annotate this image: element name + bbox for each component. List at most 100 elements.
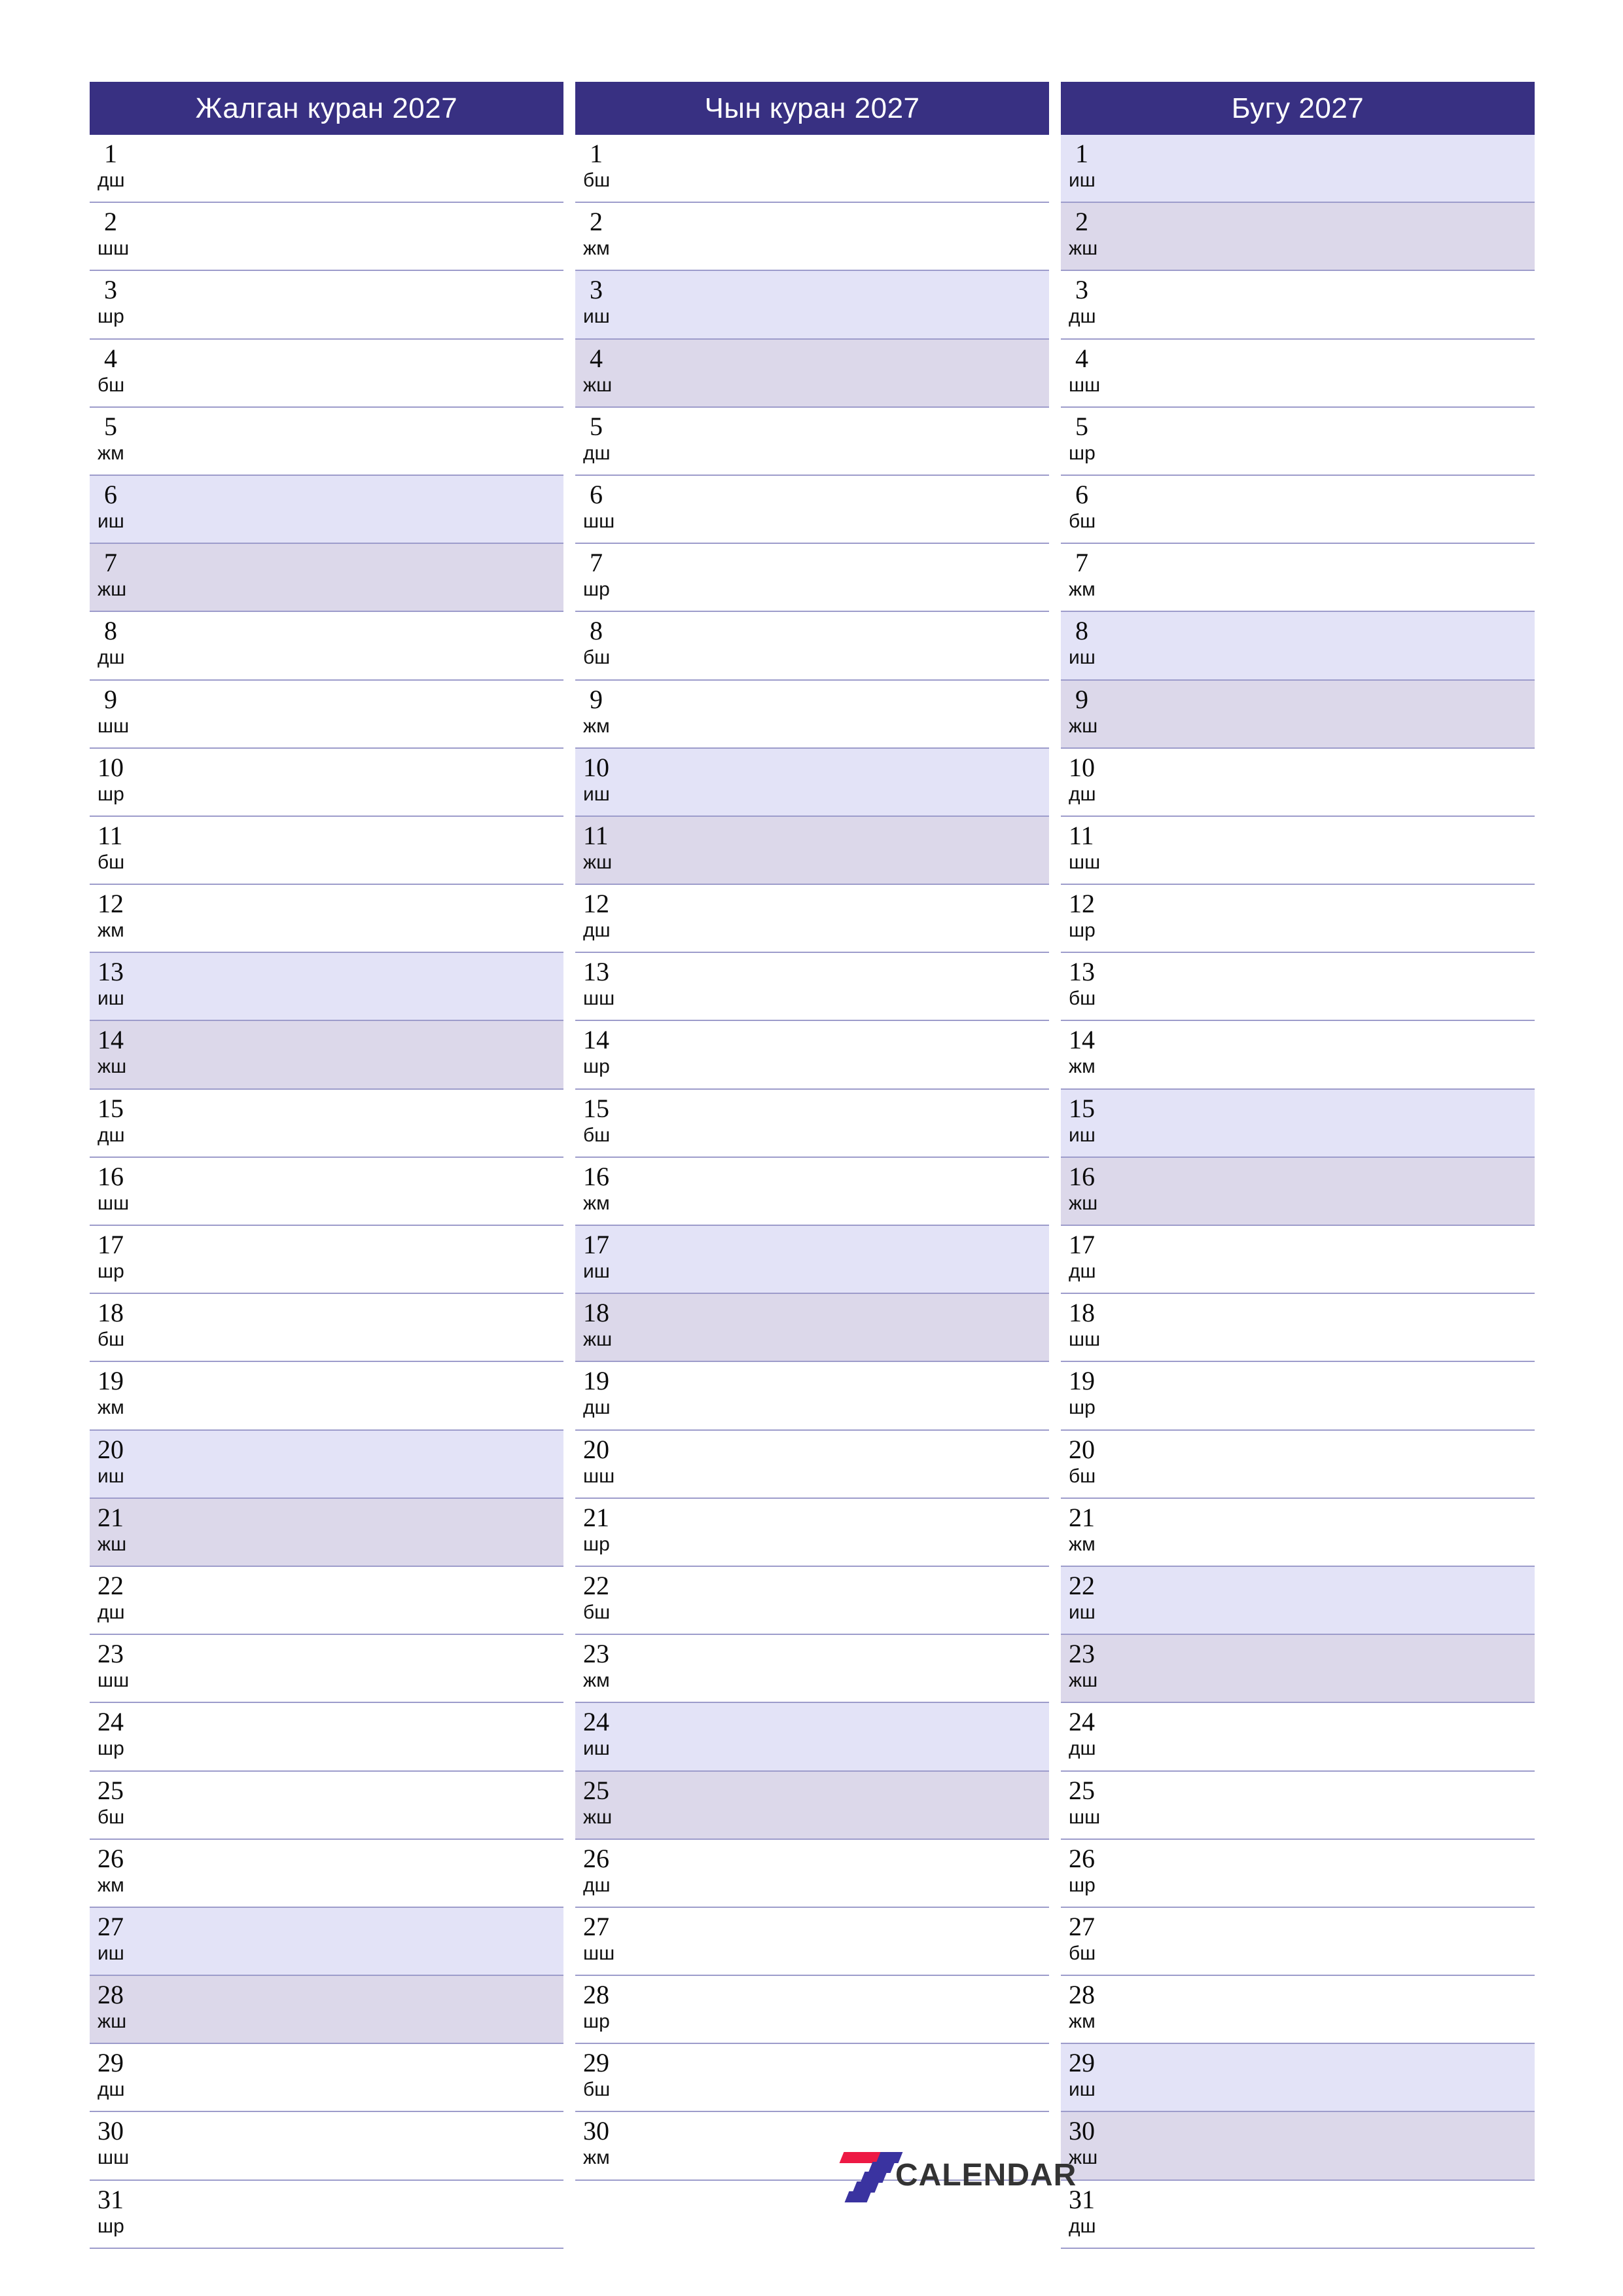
day-row[interactable]: 15 бш <box>575 1089 1049 1158</box>
day-row[interactable]: 28 шр <box>575 1976 1049 2045</box>
day-row[interactable]: 31 дш <box>1061 2180 1535 2249</box>
weekday-abbreviation: шр <box>583 1056 610 1078</box>
day-row[interactable]: 5 дш <box>575 407 1049 476</box>
day-number: 23 <box>583 1639 609 1669</box>
day-row[interactable]: 31 шр <box>90 2180 563 2249</box>
day-row[interactable]: 22 иш <box>1061 1566 1535 1636</box>
day-row[interactable]: 23 жм <box>575 1635 1049 1704</box>
day-row[interactable]: 2 жш <box>1061 203 1535 272</box>
day-number: 2 <box>590 207 603 237</box>
day-row[interactable]: 21 жш <box>90 1498 563 1567</box>
day-row[interactable]: 21 шр <box>575 1498 1049 1567</box>
day-row[interactable]: 10 шр <box>90 748 563 817</box>
day-row[interactable]: 7 жм <box>1061 544 1535 613</box>
day-row[interactable]: 26 дш <box>575 1839 1049 1908</box>
day-row[interactable]: 6 шш <box>575 475 1049 545</box>
day-row[interactable]: 16 жш <box>1061 1157 1535 1226</box>
day-row[interactable]: 23 жш <box>1061 1635 1535 1704</box>
day-row[interactable]: 27 иш <box>90 1907 563 1977</box>
day-row[interactable]: 4 шш <box>1061 339 1535 408</box>
day-row[interactable]: 11 бш <box>90 816 563 886</box>
day-row[interactable]: 9 жм <box>575 680 1049 749</box>
weekday-abbreviation: шш <box>1069 374 1101 396</box>
day-row[interactable]: 17 дш <box>1061 1226 1535 1295</box>
day-row[interactable]: 12 шр <box>1061 885 1535 954</box>
day-number: 8 <box>1075 616 1088 646</box>
day-row[interactable]: 29 бш <box>575 2044 1049 2113</box>
day-row[interactable]: 25 жш <box>575 1771 1049 1840</box>
day-row[interactable]: 18 жш <box>575 1294 1049 1363</box>
day-row[interactable]: 18 бш <box>90 1294 563 1363</box>
day-row[interactable]: 1 иш <box>1061 135 1535 204</box>
day-row[interactable]: 22 дш <box>90 1566 563 1636</box>
day-row[interactable]: 19 дш <box>575 1362 1049 1431</box>
day-row[interactable]: 30 шш <box>90 2112 563 2181</box>
day-row[interactable]: 15 иш <box>1061 1089 1535 1158</box>
day-row[interactable]: 16 жм <box>575 1157 1049 1226</box>
day-row[interactable]: 11 шш <box>1061 816 1535 886</box>
day-row[interactable]: 24 дш <box>1061 1703 1535 1772</box>
day-row[interactable]: 18 шш <box>1061 1294 1535 1363</box>
day-row[interactable]: 9 жш <box>1061 680 1535 749</box>
day-row[interactable]: 9 шш <box>90 680 563 749</box>
day-row[interactable]: 10 дш <box>1061 748 1535 817</box>
day-row[interactable]: 28 жш <box>90 1976 563 2045</box>
day-row[interactable]: 19 шр <box>1061 1362 1535 1431</box>
day-row[interactable]: 28 жм <box>1061 1976 1535 2045</box>
day-row[interactable]: 6 бш <box>1061 475 1535 545</box>
day-row[interactable]: 14 жш <box>90 1021 563 1090</box>
day-row[interactable]: 25 бш <box>90 1771 563 1840</box>
day-row[interactable]: 20 шш <box>575 1430 1049 1499</box>
day-row[interactable]: 1 бш <box>575 135 1049 204</box>
day-row[interactable]: 20 иш <box>90 1430 563 1499</box>
day-row[interactable]: 7 шр <box>575 544 1049 613</box>
day-row[interactable]: 24 иш <box>575 1703 1049 1772</box>
day-row[interactable]: 14 жм <box>1061 1021 1535 1090</box>
day-row[interactable]: 8 иш <box>1061 612 1535 681</box>
day-row[interactable]: 13 шш <box>575 953 1049 1022</box>
day-row[interactable]: 15 дш <box>90 1089 563 1158</box>
day-row[interactable]: 2 шш <box>90 203 563 272</box>
brand-logo: CALENDAR <box>830 2152 1077 2202</box>
day-row[interactable]: 12 дш <box>575 885 1049 954</box>
day-row[interactable]: 13 бш <box>1061 953 1535 1022</box>
day-row[interactable]: 29 иш <box>1061 2044 1535 2113</box>
day-row[interactable]: 8 дш <box>90 612 563 681</box>
day-row[interactable]: 29 дш <box>90 2044 563 2113</box>
day-row[interactable]: 3 шр <box>90 271 563 340</box>
day-row[interactable]: 17 шр <box>90 1226 563 1295</box>
day-row[interactable]: 3 дш <box>1061 271 1535 340</box>
day-row[interactable]: 2 жм <box>575 203 1049 272</box>
day-row[interactable]: 24 шр <box>90 1703 563 1772</box>
day-row[interactable]: 19 жм <box>90 1362 563 1431</box>
day-row[interactable]: 16 шш <box>90 1157 563 1226</box>
day-row[interactable]: 12 жм <box>90 885 563 954</box>
day-row[interactable]: 21 жм <box>1061 1498 1535 1567</box>
day-row[interactable]: 5 шр <box>1061 407 1535 476</box>
day-row[interactable]: 23 шш <box>90 1635 563 1704</box>
day-row[interactable]: 3 иш <box>575 271 1049 340</box>
day-row[interactable]: 8 бш <box>575 612 1049 681</box>
weekday-abbreviation: шр <box>583 1533 610 1555</box>
day-row[interactable]: 26 жм <box>90 1839 563 1908</box>
day-row[interactable]: 27 бш <box>1061 1907 1535 1977</box>
weekday-abbreviation: жш <box>583 851 613 873</box>
day-row[interactable]: 30 жш <box>1061 2112 1535 2181</box>
day-row[interactable]: 27 шш <box>575 1907 1049 1977</box>
day-row[interactable]: 1 дш <box>90 135 563 204</box>
day-row[interactable]: 26 шр <box>1061 1839 1535 1908</box>
day-row[interactable]: 5 жм <box>90 407 563 476</box>
day-row[interactable]: 25 шш <box>1061 1771 1535 1840</box>
month-columns: Жалган куран 2027 1 дш 2 шш 3 шр 4 бш 5 жм 6 иш 7 жш 8… <box>90 82 1535 2249</box>
day-row[interactable]: 10 иш <box>575 748 1049 817</box>
day-row[interactable]: 4 жш <box>575 339 1049 408</box>
day-row[interactable]: 14 шр <box>575 1021 1049 1090</box>
day-row[interactable]: 4 бш <box>90 339 563 408</box>
day-row[interactable]: 17 иш <box>575 1226 1049 1295</box>
day-row[interactable]: 11 жш <box>575 816 1049 886</box>
day-row[interactable]: 7 жш <box>90 544 563 613</box>
day-row[interactable]: 6 иш <box>90 475 563 545</box>
day-row[interactable]: 20 бш <box>1061 1430 1535 1499</box>
day-row[interactable]: 22 бш <box>575 1566 1049 1636</box>
day-row[interactable]: 13 иш <box>90 953 563 1022</box>
